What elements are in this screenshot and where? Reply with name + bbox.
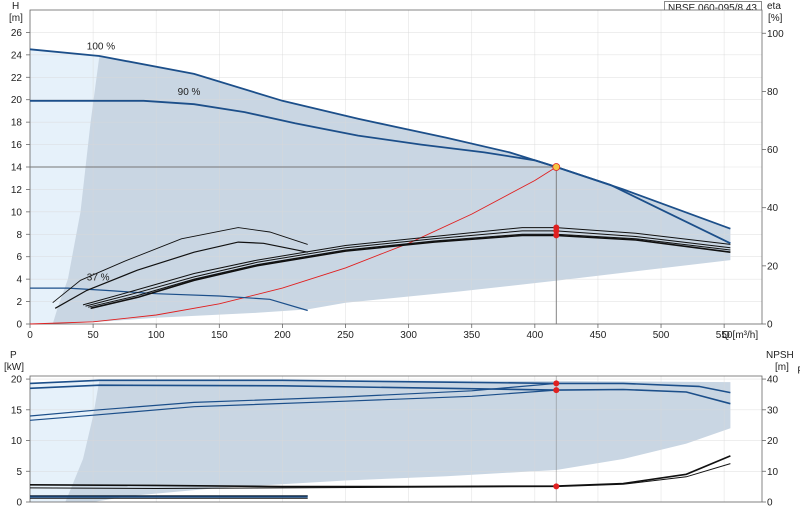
- q-tick-label: 100: [148, 330, 165, 341]
- q-axis-title: Q [m³/h]: [722, 330, 758, 341]
- h-tick-label: 8: [16, 230, 22, 241]
- npsh-axis-unit: [m]: [775, 362, 789, 373]
- eta-axis-title: eta: [767, 1, 781, 12]
- h-tick-label: 24: [11, 50, 23, 61]
- q-tick-label: 200: [274, 330, 291, 341]
- npsh-axis-title: NPSH: [766, 350, 794, 361]
- npsh-duty-marker: [553, 483, 560, 490]
- speed-label: 100 %: [87, 41, 115, 52]
- h-tick-label: 4: [16, 275, 22, 286]
- h-axis-unit: [m]: [9, 13, 23, 24]
- q-tick-label: 450: [590, 330, 607, 341]
- eta-axis-unit: [%]: [768, 13, 783, 24]
- h-tick-label: 16: [11, 140, 23, 151]
- h-tick-label: 0: [16, 320, 22, 331]
- eta-tick-label: 80: [767, 87, 779, 98]
- q-tick-label: 50: [88, 330, 100, 341]
- q-tick-label: 300: [400, 330, 417, 341]
- h-axis-title: H: [12, 1, 19, 12]
- p-tick-label: 5: [16, 467, 22, 478]
- p-tick-label: 20: [11, 375, 23, 386]
- npsh-tick-label: 40: [767, 375, 779, 386]
- npsh-tick-label: 20: [767, 436, 779, 447]
- pump-curve-chart: 100 %90 %37 %P1 (motor+freq.converter)P2…: [4, 1, 800, 509]
- eta-tick-label: 0: [767, 320, 773, 331]
- power-duty-marker: [553, 387, 560, 394]
- q-tick-label: 400: [526, 330, 543, 341]
- eta-tick-label: 40: [767, 203, 779, 214]
- q-tick-label: 250: [337, 330, 354, 341]
- h-tick-label: 2: [16, 297, 22, 308]
- h-tick-label: 26: [11, 28, 23, 39]
- p-tick-label: 15: [11, 405, 23, 416]
- h-tick-label: 18: [11, 118, 23, 129]
- q-tick-label: 0: [27, 330, 33, 341]
- p-tick-label: 0: [16, 498, 22, 509]
- q-tick-label: 500: [653, 330, 670, 341]
- p-axis-title: P: [10, 350, 17, 361]
- duty-point-marker: [552, 163, 561, 171]
- speed-label: 90 %: [178, 87, 201, 98]
- speed-label: 37 %: [87, 272, 110, 283]
- p-tick-label: 10: [11, 436, 23, 447]
- efficiency-duty-marker: [553, 232, 560, 239]
- h-tick-label: 22: [11, 73, 23, 84]
- npsh-tick-label: 30: [767, 405, 779, 416]
- eta-tick-label: 60: [767, 145, 779, 156]
- npsh-tick-label: 10: [767, 467, 779, 478]
- q-tick-label: 150: [211, 330, 228, 341]
- p-axis-unit: [kW]: [4, 362, 24, 373]
- h-tick-label: 6: [16, 252, 22, 263]
- h-tick-label: 12: [11, 185, 23, 196]
- npsh-tick-label: 0: [767, 498, 773, 509]
- eta-tick-label: 100: [767, 29, 784, 40]
- h-tick-label: 14: [11, 163, 23, 174]
- eta-tick-label: 20: [767, 261, 779, 272]
- power-duty-marker: [553, 380, 560, 387]
- h-tick-label: 10: [11, 207, 23, 218]
- h-tick-label: 20: [11, 95, 23, 106]
- q-tick-label: 350: [463, 330, 480, 341]
